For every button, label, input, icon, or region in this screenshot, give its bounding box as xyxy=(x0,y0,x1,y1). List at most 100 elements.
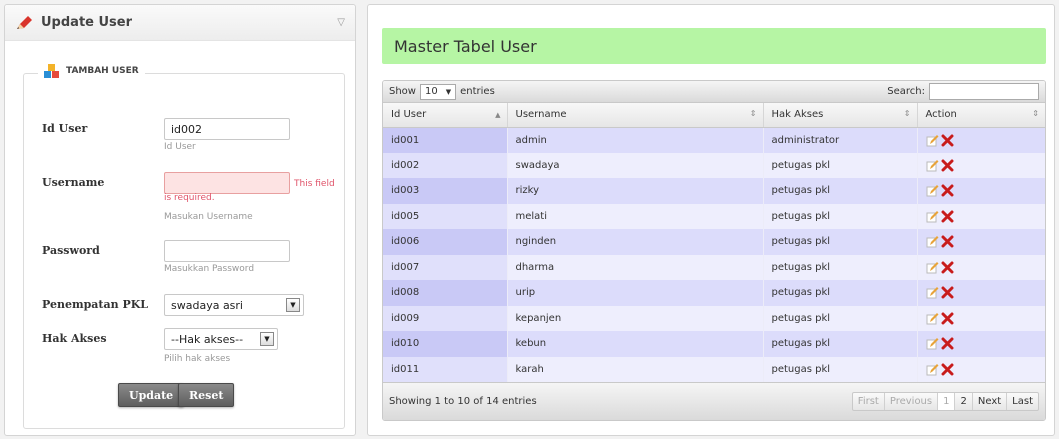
reset-button[interactable]: Reset xyxy=(178,383,235,407)
edit-icon[interactable] xyxy=(926,210,939,223)
col-id-user[interactable]: Id User ▲ xyxy=(383,103,508,128)
cell-username: urip xyxy=(507,280,764,306)
delete-icon[interactable] xyxy=(941,337,954,350)
edit-icon[interactable] xyxy=(926,159,939,172)
length-select[interactable]: 10 ▼ xyxy=(419,83,457,100)
penempatan-select[interactable]: swadaya asri ▼ xyxy=(164,294,304,316)
cell-username: karah xyxy=(507,356,764,382)
tambah-user-fieldset: TAMBAH USER Id User Id User Username Thi… xyxy=(23,64,345,429)
page-2[interactable]: 2 xyxy=(955,393,973,410)
cell-id-user: id009 xyxy=(383,305,508,331)
dropdown-arrow-icon[interactable]: ▼ xyxy=(260,332,274,346)
cell-hak-akses: petugas pkl xyxy=(763,331,918,357)
cell-hak-akses: petugas pkl xyxy=(763,152,918,178)
col-username[interactable]: Username ⇕ xyxy=(507,103,764,128)
sort-both-icon: ⇕ xyxy=(903,109,911,118)
table-info: Showing 1 to 10 of 14 entries xyxy=(389,396,537,407)
hak-akses-select[interactable]: --Hak akses-- ▼ xyxy=(164,328,278,350)
penempatan-label: Penempatan PKL xyxy=(42,298,149,311)
cell-action xyxy=(917,203,1045,229)
col-hak-akses[interactable]: Hak Akses ⇕ xyxy=(763,103,918,128)
username-label: Username xyxy=(42,176,105,189)
cell-username: kebun xyxy=(507,331,764,357)
update-button[interactable]: Update xyxy=(118,383,185,407)
delete-icon[interactable] xyxy=(941,235,954,248)
pagination: First Previous 1 2 Next Last xyxy=(851,392,1039,411)
edit-icon[interactable] xyxy=(926,134,939,147)
edit-icon[interactable] xyxy=(926,235,939,248)
col-action[interactable]: Action ⇕ xyxy=(917,103,1045,128)
cell-action xyxy=(917,229,1045,255)
cell-hak-akses: petugas pkl xyxy=(763,356,918,382)
username-error: This field is required. xyxy=(164,179,335,203)
panel-header[interactable]: Update User ▽ xyxy=(5,5,355,41)
search-input[interactable] xyxy=(929,83,1039,100)
page-first[interactable]: First xyxy=(853,393,885,410)
delete-icon[interactable] xyxy=(941,159,954,172)
cell-hak-akses: petugas pkl xyxy=(763,280,918,306)
edit-icon[interactable] xyxy=(926,312,939,325)
cell-id-user: id008 xyxy=(383,280,508,306)
delete-icon[interactable] xyxy=(941,184,954,197)
edit-icon[interactable] xyxy=(926,184,939,197)
cell-username: swadaya xyxy=(507,152,764,178)
hak-akses-label: Hak Akses xyxy=(42,332,107,345)
entries-label: entries xyxy=(460,86,495,97)
password-input[interactable] xyxy=(164,240,290,262)
table-footer: Showing 1 to 10 of 14 entries First Prev… xyxy=(383,382,1045,420)
delete-icon[interactable] xyxy=(941,363,954,376)
user-datatable: Show 10 ▼ entries Search: Id User ▲ Usern… xyxy=(382,80,1046,421)
table-row: id005 melati petugas pkl xyxy=(383,203,1045,229)
id-user-input[interactable] xyxy=(164,118,290,140)
collapse-icon[interactable]: ▽ xyxy=(337,17,345,28)
sort-asc-icon: ▲ xyxy=(495,111,501,119)
page-last[interactable]: Last xyxy=(1007,393,1038,410)
cell-username: dharma xyxy=(507,254,764,280)
cell-action xyxy=(917,305,1045,331)
edit-icon[interactable] xyxy=(926,337,939,350)
page-1[interactable]: 1 xyxy=(938,393,956,410)
table-row: id003 rizky petugas pkl xyxy=(383,178,1045,204)
cell-hak-akses: petugas pkl xyxy=(763,178,918,204)
length-control: Show 10 ▼ entries xyxy=(389,83,495,100)
cell-id-user: id007 xyxy=(383,254,508,280)
hak-akses-selected: --Hak akses-- xyxy=(171,332,244,346)
page-previous[interactable]: Previous xyxy=(885,393,939,410)
cell-hak-akses: petugas pkl xyxy=(763,229,918,255)
id-user-label: Id User xyxy=(42,122,88,135)
cell-action xyxy=(917,280,1045,306)
cell-id-user: id005 xyxy=(383,203,508,229)
cell-username: nginden xyxy=(507,229,764,255)
length-value: 10 xyxy=(424,86,438,97)
blocks-icon xyxy=(44,64,59,78)
search-control: Search: xyxy=(887,83,1039,100)
fieldset-legend: TAMBAH USER xyxy=(38,64,145,78)
cell-action xyxy=(917,152,1045,178)
dropdown-arrow-icon[interactable]: ▼ xyxy=(286,298,300,312)
delete-icon[interactable] xyxy=(941,312,954,325)
penempatan-selected: swadaya asri xyxy=(171,298,243,312)
edit-icon[interactable] xyxy=(926,261,939,274)
delete-icon[interactable] xyxy=(941,134,954,147)
cell-id-user: id002 xyxy=(383,152,508,178)
table-row: id011 karah petugas pkl xyxy=(383,356,1045,382)
table-toolbar: Show 10 ▼ entries Search: xyxy=(383,81,1045,103)
table-row: id006 nginden petugas pkl xyxy=(383,229,1045,255)
cell-username: rizky xyxy=(507,178,764,204)
page-title: Master Tabel User xyxy=(382,28,1046,64)
delete-icon[interactable] xyxy=(941,261,954,274)
edit-icon[interactable] xyxy=(926,286,939,299)
sort-both-icon: ⇕ xyxy=(1032,109,1039,118)
cell-id-user: id003 xyxy=(383,178,508,204)
cell-action xyxy=(917,254,1045,280)
delete-icon[interactable] xyxy=(941,210,954,223)
cell-hak-akses: administrator xyxy=(763,127,918,153)
panel-title: Update User xyxy=(41,15,133,30)
cell-hak-akses: petugas pkl xyxy=(763,254,918,280)
table-row: id001 admin administrator xyxy=(383,127,1045,153)
cell-action xyxy=(917,178,1045,204)
page-next[interactable]: Next xyxy=(973,393,1008,410)
table-header-row: Id User ▲ Username ⇕ Hak Akses ⇕ Action ⇕ xyxy=(383,103,1045,128)
edit-icon[interactable] xyxy=(926,363,939,376)
delete-icon[interactable] xyxy=(941,286,954,299)
